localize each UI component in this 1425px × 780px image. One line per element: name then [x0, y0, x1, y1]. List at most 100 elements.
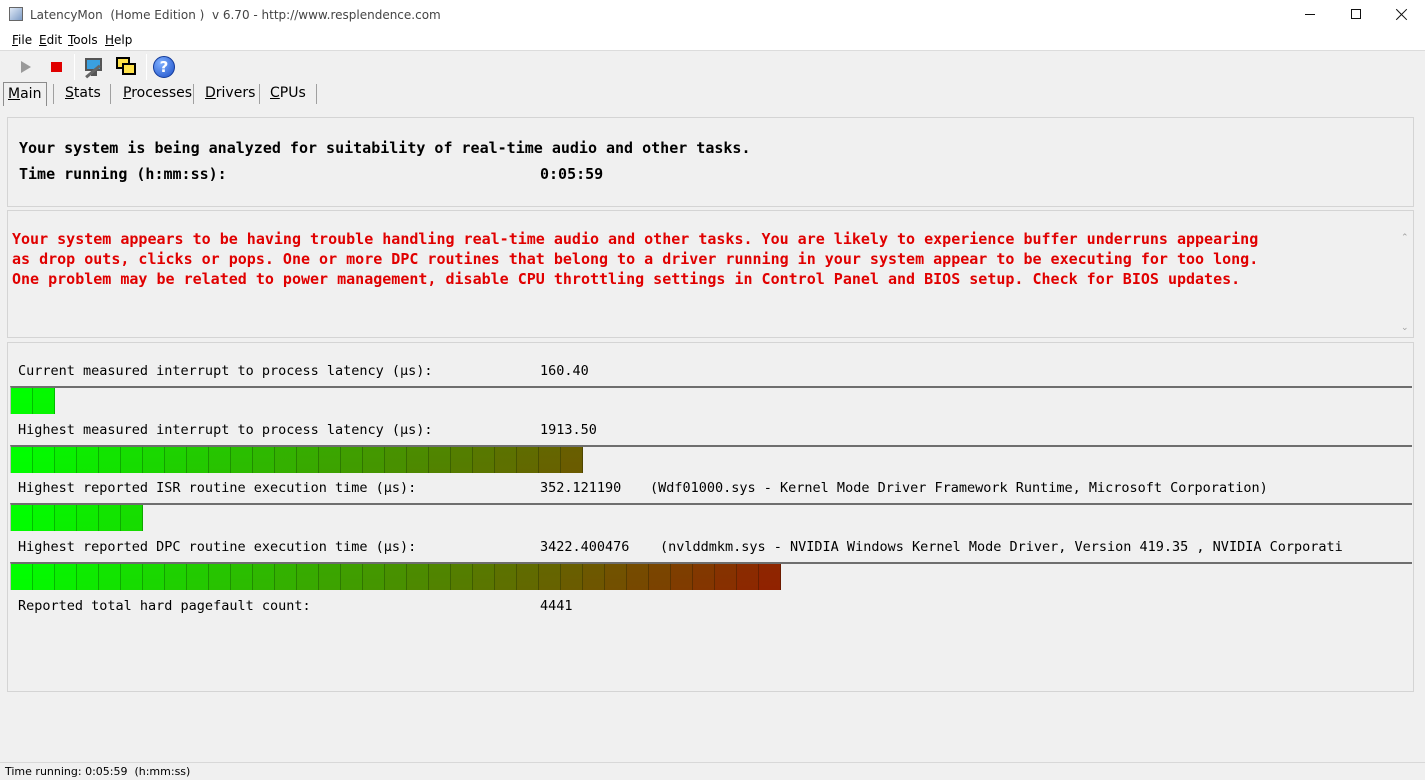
tab-stats[interactable]: Stats [65, 82, 101, 106]
menu-bar: File Edit Tools Help [0, 30, 1425, 50]
bar-segment [495, 564, 517, 590]
menu-file[interactable]: File [12, 33, 32, 47]
dpc-time-value: 3422.400476 [540, 539, 630, 555]
menu-edit[interactable]: Edit [39, 33, 62, 47]
bar-segment [253, 564, 275, 590]
bar-segment [539, 564, 561, 590]
bar-segment [99, 564, 121, 590]
bar-segment [693, 564, 715, 590]
tab-drivers[interactable]: Drivers [205, 82, 255, 106]
bar-segment [33, 447, 55, 473]
bar-segment [121, 564, 143, 590]
bar-segment [77, 564, 99, 590]
warning-panel: Your system appears to be having trouble… [7, 210, 1414, 338]
pagefault-label: Reported total hard pagefault count: [18, 598, 311, 614]
bar-segment [385, 447, 407, 473]
toolbar-separator [74, 54, 75, 80]
scroll-up-icon[interactable]: ⌃ [1401, 233, 1411, 243]
bar-segment [187, 447, 209, 473]
bar-segment [583, 564, 605, 590]
bar-segment [473, 447, 495, 473]
title-bar: LatencyMon (Home Edition ) v 6.70 - http… [0, 0, 1425, 30]
bar-segment [275, 564, 297, 590]
isr-time-bar [10, 503, 1412, 531]
bar-segment [715, 564, 737, 590]
dpc-time-bar [10, 562, 1412, 590]
bar-segment [121, 447, 143, 473]
bar-segment [143, 564, 165, 590]
bar-segment [231, 447, 253, 473]
monitor-wand-icon[interactable] [82, 55, 106, 79]
dpc-time-label: Highest reported DPC routine execution t… [18, 539, 417, 555]
isr-driver-detail: (Wdf01000.sys - Kernel Mode Driver Frame… [650, 480, 1268, 496]
bar-segment [209, 447, 231, 473]
status-bar-text: Time running: 0:05:59 (h:mm:ss) [5, 765, 191, 778]
bar-segment [165, 447, 187, 473]
tab-strip: Main Stats Processes Drivers CPUs [0, 82, 1425, 107]
bar-segment [11, 388, 33, 414]
bar-segment [209, 564, 231, 590]
bar-segment [671, 564, 693, 590]
close-icon [1396, 8, 1408, 20]
bar-segment [77, 505, 99, 531]
bar-segment [737, 564, 759, 590]
bar-segment [11, 447, 33, 473]
bar-segment [121, 505, 143, 531]
warning-line: Your system appears to be having trouble… [12, 230, 1259, 248]
analysis-status-text: Your system is being analyzed for suitab… [19, 139, 751, 157]
isr-time-label: Highest reported ISR routine execution t… [18, 480, 417, 496]
bar-segment [99, 505, 121, 531]
tab-cpus[interactable]: CPUs [270, 82, 306, 106]
bar-segment [539, 447, 561, 473]
bar-segment [429, 564, 451, 590]
current-latency-label: Current measured interrupt to process la… [18, 363, 433, 379]
play-icon[interactable] [13, 55, 37, 79]
bar-segment [55, 505, 77, 531]
bar-segment [341, 564, 363, 590]
warning-line: as drop outs, clicks or pops. One or mor… [12, 250, 1259, 268]
highest-latency-bar [10, 445, 1412, 473]
bar-segment [55, 564, 77, 590]
time-running-value: 0:05:59 [540, 165, 604, 183]
bar-segment [319, 564, 341, 590]
help-icon[interactable]: ? [152, 55, 176, 79]
app-icon [9, 7, 23, 21]
bar-segment [627, 564, 649, 590]
status-bar: Time running: 0:05:59 (h:mm:ss) [0, 762, 1425, 780]
bar-segment [451, 447, 473, 473]
bar-segment [231, 564, 253, 590]
pagefault-value: 4441 [540, 598, 573, 614]
bar-segment [297, 447, 319, 473]
isr-time-value: 352.121190 [540, 480, 622, 496]
scroll-down-icon[interactable]: ⌄ [1401, 323, 1411, 333]
dpc-driver-detail: (nvlddmkm.sys - NVIDIA Windows Kernel Mo… [660, 539, 1343, 555]
current-latency-value: 160.40 [540, 363, 589, 379]
windows-icon[interactable] [114, 55, 138, 79]
time-running-label: Time running (h:mm:ss): [19, 165, 227, 183]
highest-latency-label: Highest measured interrupt to process la… [18, 422, 433, 438]
bar-segment [407, 447, 429, 473]
warning-line: One problem may be related to power mana… [12, 270, 1241, 288]
toolbar: ? [0, 50, 1425, 82]
menu-help[interactable]: Help [105, 33, 132, 47]
maximize-icon [1351, 9, 1361, 19]
tab-main[interactable]: Main [3, 82, 47, 106]
current-latency-bar [10, 386, 1412, 414]
metrics-panel: Current measured interrupt to process la… [7, 342, 1414, 692]
minimize-button[interactable] [1287, 0, 1333, 30]
bar-segment [33, 564, 55, 590]
close-button[interactable] [1379, 0, 1425, 30]
bar-segment [11, 505, 33, 531]
bar-segment [33, 505, 55, 531]
bar-segment [187, 564, 209, 590]
maximize-button[interactable] [1333, 0, 1379, 30]
tab-processes[interactable]: Processes [123, 82, 192, 106]
bar-segment [561, 447, 583, 473]
bar-segment [451, 564, 473, 590]
bar-segment [275, 447, 297, 473]
stop-icon[interactable] [44, 55, 68, 79]
menu-tools[interactable]: Tools [68, 33, 98, 47]
bar-segment [385, 564, 407, 590]
bar-segment [33, 388, 55, 414]
bar-segment [517, 564, 539, 590]
